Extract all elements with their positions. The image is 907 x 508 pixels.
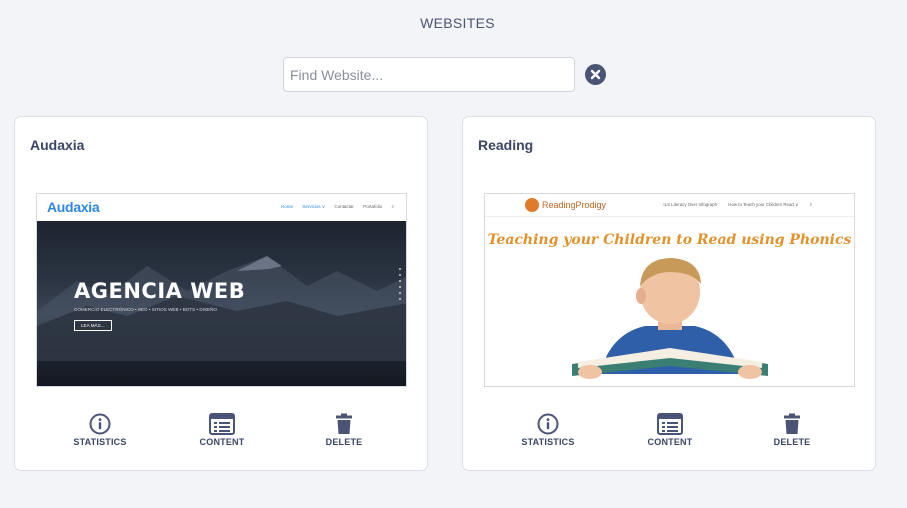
content-button[interactable]: CONTENT — [630, 411, 710, 447]
statistics-label: STATISTICS — [73, 437, 127, 447]
website-card-audaxia: Audaxia Audaxia Home Servicios ∨ Contact… — [14, 116, 428, 471]
trash-icon — [336, 413, 352, 434]
thumbnail-menu: Home Servicios ∨ Contactar Portafolio ⌕ — [273, 204, 394, 210]
list-icon — [209, 413, 235, 435]
thumbnail-menu-item: ILS Literacy Over Infograph — [663, 202, 718, 207]
trash-icon — [784, 413, 800, 434]
slider-dots — [399, 268, 402, 304]
thumbnail-headline: Teaching your Children to Read using Pho… — [487, 232, 852, 248]
thumbnail-menu: ILS Literacy Over Infograph How to Teach… — [653, 202, 812, 208]
thumbnail-menu-item: ⌕ — [809, 202, 812, 207]
delete-label: DELETE — [773, 437, 811, 447]
thumbnail-menu-item: ⌕ — [391, 204, 394, 209]
search-input[interactable] — [283, 57, 575, 92]
thumbnail-header: ReadingProdigy ILS Literacy Over Infogra… — [485, 194, 854, 217]
thumbnail-menu-item: How to Teach your Children Read ∨ — [728, 202, 799, 207]
website-thumbnail[interactable]: ReadingProdigy ILS Literacy Over Infogra… — [484, 193, 855, 387]
search-bar — [283, 57, 606, 92]
statistics-label: STATISTICS — [521, 437, 575, 447]
thumbnail-subline: COMERCIO ELECTRÓNICO • SEO • SITIOS WEB … — [74, 307, 217, 312]
info-circle-icon — [537, 413, 559, 435]
thumbnail-hero: AGENCIA WEB COMERCIO ELECTRÓNICO • SEO •… — [37, 221, 406, 386]
thumbnail-headline: AGENCIA WEB — [74, 279, 246, 303]
statistics-button[interactable]: STATISTICS — [60, 411, 140, 447]
clear-search-button[interactable] — [585, 64, 606, 85]
website-thumbnail[interactable]: Audaxia Home Servicios ∨ Contactar Porta… — [36, 193, 407, 387]
thumbnail-menu-item: Portafolio — [363, 204, 383, 209]
statistics-button[interactable]: STATISTICS — [508, 411, 588, 447]
website-title: Audaxia — [30, 137, 85, 153]
child-reading-image — [572, 258, 768, 379]
thumbnail-header: Audaxia Home Servicios ∨ Contactar Porta… — [37, 194, 406, 221]
thumbnail-menu-item: Servicios ∨ — [302, 204, 326, 209]
page-title: WEBSITES — [420, 15, 495, 31]
content-label: CONTENT — [199, 437, 245, 447]
close-circle-icon — [590, 69, 601, 80]
list-icon — [657, 413, 683, 435]
delete-button[interactable]: DELETE — [752, 411, 832, 447]
website-title: Reading — [478, 137, 534, 153]
thumbnail-button: LEA MÁS... — [74, 320, 112, 331]
thumbnail-logo: ReadingProdigy — [542, 200, 607, 210]
delete-button[interactable]: DELETE — [304, 411, 384, 447]
content-button[interactable]: CONTENT — [182, 411, 262, 447]
thumbnail-logo: Audaxia — [47, 199, 100, 215]
thumbnail-menu-item: Contactar — [334, 204, 354, 209]
thumbnail-menu-item: Home — [281, 204, 294, 209]
info-circle-icon — [89, 413, 111, 435]
delete-label: DELETE — [325, 437, 363, 447]
website-card-reading: Reading ReadingProdigy ILS Literacy Over… — [462, 116, 876, 471]
content-label: CONTENT — [647, 437, 693, 447]
logo-mark-icon — [525, 198, 539, 212]
